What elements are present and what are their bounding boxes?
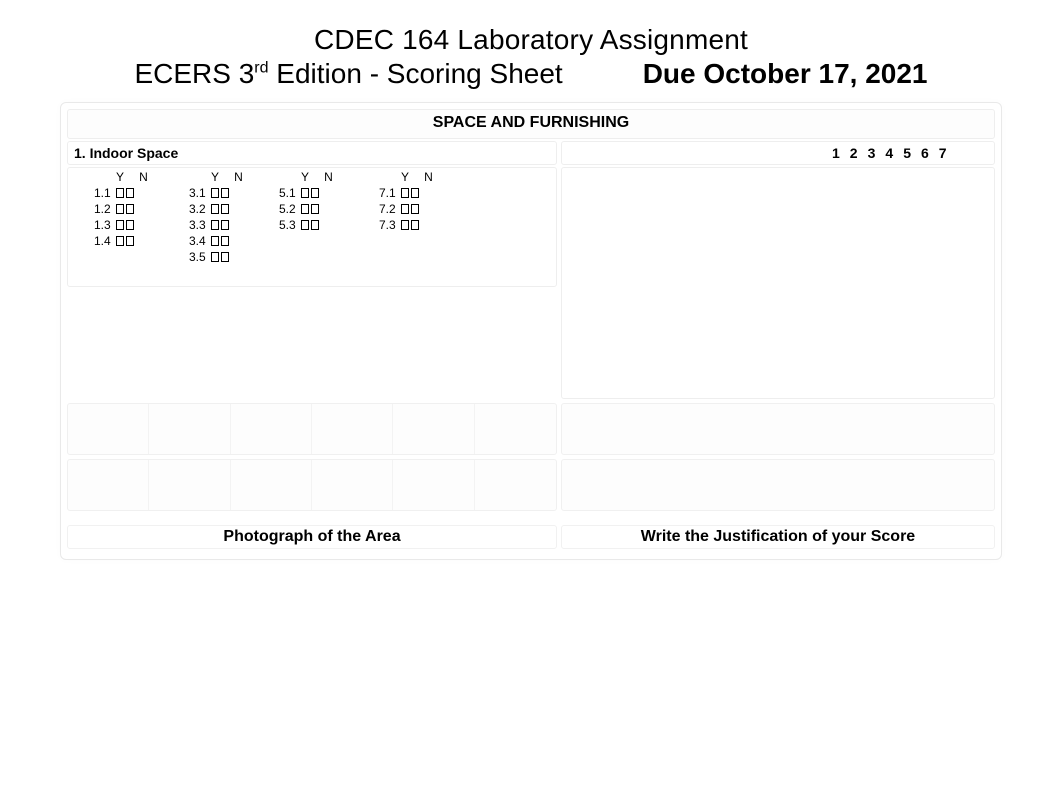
ind-label: 3.4: [189, 234, 211, 249]
checkbox-y[interactable]: [211, 188, 219, 198]
checkbox-n[interactable]: [221, 188, 229, 198]
checkbox-n[interactable]: [411, 188, 419, 198]
title-line-2: ECERS 3rd Edition - Scoring Sheet Due Oct…: [60, 58, 1002, 90]
checkbox-n[interactable]: [411, 220, 419, 230]
scale-num: 3: [868, 145, 886, 161]
caption-justification: Write the Justification of your Score: [561, 525, 995, 549]
checkbox-y[interactable]: [301, 204, 309, 214]
left-column: 1. Indoor Space Y N 1.1 1.2 1.3 1.4 Y N …: [67, 141, 557, 399]
checkbox-n[interactable]: [126, 188, 134, 198]
title2-prefix: ECERS 3: [134, 58, 254, 89]
ind-label: 1.1: [94, 186, 116, 201]
checkbox-n[interactable]: [311, 204, 319, 214]
checkbox-y[interactable]: [211, 236, 219, 246]
ind-label: 1.2: [94, 202, 116, 217]
scale-num: 4: [885, 145, 903, 161]
section-header: SPACE AND FURNISHING: [67, 109, 995, 139]
checkbox-y[interactable]: [401, 220, 409, 230]
ind-label: 7.3: [379, 218, 401, 233]
checkbox-n[interactable]: [221, 236, 229, 246]
checkbox-n[interactable]: [126, 236, 134, 246]
yn-header: Y N: [94, 170, 189, 185]
ind-label: 3.3: [189, 218, 211, 233]
indicator-col-1: Y N 1.1 1.2 1.3 1.4: [94, 170, 189, 284]
ind-label: 5.1: [279, 186, 301, 201]
checkbox-y[interactable]: [301, 220, 309, 230]
yn-header: Y N: [279, 170, 379, 185]
checkbox-y[interactable]: [211, 252, 219, 262]
checkbox-n[interactable]: [126, 220, 134, 230]
scale-num: 7: [939, 145, 957, 161]
indicator-col-5: Y N 5.1 5.2 5.3: [279, 170, 379, 284]
checkbox-n[interactable]: [311, 220, 319, 230]
scoring-sheet-frame: SPACE AND FURNISHING 1. Indoor Space Y N…: [60, 102, 1002, 560]
checkbox-n[interactable]: [221, 220, 229, 230]
due-date: Due October 17, 2021: [643, 58, 928, 89]
ind-label: 3.1: [189, 186, 211, 201]
checkbox-n[interactable]: [126, 204, 134, 214]
checkbox-n[interactable]: [311, 188, 319, 198]
checkbox-y[interactable]: [401, 188, 409, 198]
scale-num: 1: [832, 145, 850, 161]
captions: Photograph of the Area Write the Justifi…: [67, 525, 995, 549]
yn-header: Y N: [379, 170, 499, 185]
scale-num: 6: [921, 145, 939, 161]
checkbox-y[interactable]: [116, 236, 124, 246]
scale-num: 5: [903, 145, 921, 161]
indicator-col-7: Y N 7.1 7.2 7.3: [379, 170, 499, 284]
ind-label: 3.2: [189, 202, 211, 217]
yn-header: Y N: [189, 170, 279, 185]
justification-area[interactable]: [561, 167, 995, 399]
scale-row: 1 2 3 4 5 6 7: [561, 141, 995, 165]
scale-num: 2: [850, 145, 868, 161]
page: CDEC 164 Laboratory Assignment ECERS 3rd…: [0, 0, 1062, 584]
checkbox-y[interactable]: [116, 204, 124, 214]
ind-label: 7.1: [379, 186, 401, 201]
checkbox-n[interactable]: [221, 252, 229, 262]
ind-label: 1.3: [94, 218, 116, 233]
ind-label: 5.3: [279, 218, 301, 233]
blur-row-1: [67, 403, 995, 455]
checkbox-y[interactable]: [116, 188, 124, 198]
checkbox-y[interactable]: [401, 204, 409, 214]
checkbox-n[interactable]: [221, 204, 229, 214]
checkbox-y[interactable]: [301, 188, 309, 198]
title2-sup: rd: [254, 60, 268, 77]
indicators-grid: Y N 1.1 1.2 1.3 1.4 Y N 3.1 3.2 3.3 3.4 …: [67, 167, 557, 287]
checkbox-y[interactable]: [211, 220, 219, 230]
ind-label: 7.2: [379, 202, 401, 217]
title-line-1: CDEC 164 Laboratory Assignment: [60, 24, 1002, 56]
indicator-col-3: Y N 3.1 3.2 3.3 3.4 3.5: [189, 170, 279, 284]
item-title: 1. Indoor Space: [67, 141, 557, 165]
caption-photo: Photograph of the Area: [67, 525, 557, 549]
ind-label: 5.2: [279, 202, 301, 217]
checkbox-y[interactable]: [211, 204, 219, 214]
ind-label: 1.4: [94, 234, 116, 249]
blur-row-2: [67, 459, 995, 511]
checkbox-n[interactable]: [411, 204, 419, 214]
checkbox-y[interactable]: [116, 220, 124, 230]
ind-label: 3.5: [189, 250, 211, 265]
right-column: 1 2 3 4 5 6 7: [561, 141, 995, 399]
title2-suffix: Edition - Scoring Sheet: [269, 58, 563, 89]
